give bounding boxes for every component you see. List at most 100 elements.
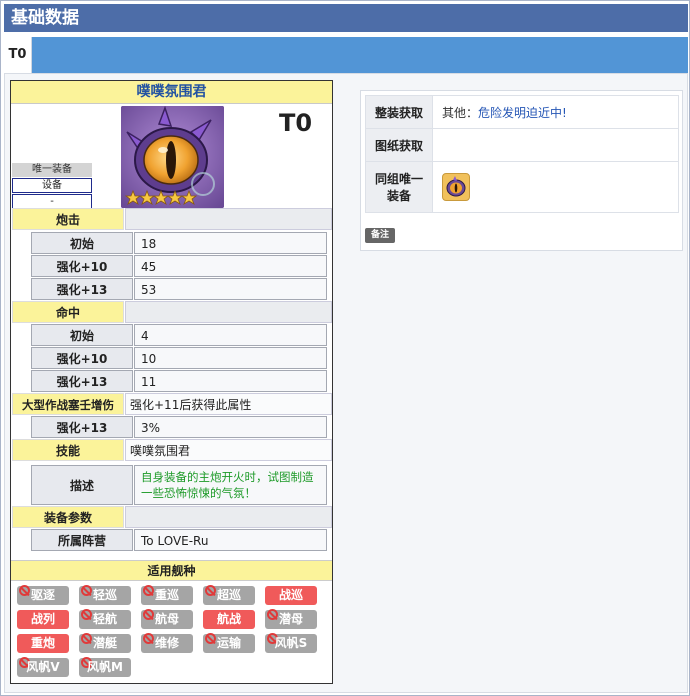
stat-value: 53 <box>134 278 327 300</box>
stat-key: 初始 <box>31 324 133 346</box>
params-label: 装备参数 <box>12 506 124 528</box>
firepower-label: 炮击 <box>12 208 124 230</box>
ship-type-chip[interactable]: 重炮 <box>17 634 69 653</box>
prohibited-icon <box>81 633 92 644</box>
unique-value: 设备 <box>12 178 92 193</box>
section-title: 基础数据 <box>4 4 688 32</box>
prohibited-icon <box>143 633 154 644</box>
equipment-image <box>121 106 224 208</box>
accuracy-filler <box>125 301 332 323</box>
prohibited-icon <box>267 609 278 620</box>
blueprint-value <box>434 129 678 161</box>
ship-type-label: 风帆M <box>87 660 123 674</box>
ship-type-label: 轻巡 <box>92 588 117 602</box>
ship-type-chip[interactable]: 重巡 <box>141 585 193 605</box>
stat-value: 45 <box>134 255 327 277</box>
special-section: 大型作战塞壬增伤 强化+11后获得此属性 <box>12 393 332 415</box>
stat-row: 初始 18 <box>31 232 327 254</box>
ship-type-chip[interactable]: 战巡 <box>265 586 317 605</box>
equipment-card: 噗噗氛围君 T0 唯一装备 设备 - 炮击 初始 18 强化+10 45 强化+… <box>10 80 333 684</box>
stat-row: 初始 4 <box>31 324 327 346</box>
ship-type-label: 运输 <box>216 636 241 650</box>
prohibited-icon <box>81 609 92 620</box>
ship-type-chip[interactable]: 轻巡 <box>79 585 131 605</box>
params-filler <box>125 506 332 528</box>
ship-type-chip[interactable]: 风帆M <box>79 657 131 677</box>
equipment-tier: T0 <box>279 109 313 137</box>
note-button[interactable]: 备注 <box>365 228 395 243</box>
ship-type-chip[interactable]: 航战 <box>203 610 255 629</box>
blueprint-label: 图纸获取 <box>366 129 433 161</box>
acquisition-panel: 整装获取 其他： 危险发明迫近中! 图纸获取 同组唯一装备 备注 <box>360 90 683 251</box>
ship-type-chip[interactable]: 超巡 <box>203 585 255 605</box>
prohibited-icon <box>81 585 92 596</box>
ship-type-label: 航战 <box>216 612 241 626</box>
prohibited-icon <box>205 633 216 644</box>
blueprint-row: 图纸获取 <box>365 128 679 162</box>
group-label: 同组唯一装备 <box>366 162 433 212</box>
obtain-row: 整装获取 其他： 危险发明迫近中! <box>365 95 679 129</box>
unique-label: 唯一装备 <box>12 163 92 177</box>
ship-type-chip[interactable]: 战列 <box>17 610 69 629</box>
ship-type-label: 超巡 <box>216 588 241 602</box>
special-value: 强化+11后获得此属性 <box>125 393 332 415</box>
stat-row: 强化+13 11 <box>31 370 327 392</box>
group-equipment-icon[interactable] <box>442 173 470 201</box>
ship-type-chip[interactable]: 维修 <box>141 633 193 653</box>
page-frame: 基础数据 T0 噗噗氛围君 T0 唯一装备 设备 - 炮击 初始 18 强化+1… <box>0 0 690 696</box>
ship-type-label: 潜母 <box>278 612 303 626</box>
prohibited-icon <box>143 585 154 596</box>
skill-label: 技能 <box>12 439 124 461</box>
tab-bar: T0 <box>4 37 688 73</box>
obtain-link[interactable]: 危险发明迫近中! <box>478 104 567 121</box>
ship-type-chip[interactable]: 风帆S <box>265 633 317 653</box>
tab-t0[interactable]: T0 <box>4 37 32 73</box>
ship-type-chip[interactable]: 驱逐 <box>17 585 69 605</box>
stat-key: 强化+10 <box>31 347 133 369</box>
prohibited-icon <box>19 585 30 596</box>
firepower-filler <box>125 208 332 230</box>
obtain-label: 整装获取 <box>366 96 433 128</box>
ship-type-label: 风帆S <box>274 636 308 650</box>
stat-key: 初始 <box>31 232 133 254</box>
stat-row: 强化+13 53 <box>31 278 327 300</box>
ship-type-label: 维修 <box>154 636 179 650</box>
firepower-section: 炮击 <box>12 208 332 230</box>
group-row: 同组唯一装备 <box>365 161 679 213</box>
unique-value-2: - <box>12 194 92 209</box>
ship-type-label: 轻航 <box>92 612 117 626</box>
ship-type-label: 战巡 <box>278 588 303 602</box>
ship-type-chip[interactable]: 运输 <box>203 633 255 653</box>
stat-key: 强化+13 <box>31 278 133 300</box>
ship-type-chip[interactable]: 风帆V <box>17 657 69 677</box>
obtain-value: 其他： 危险发明迫近中! <box>434 96 678 128</box>
ship-type-chip[interactable]: 轻航 <box>79 609 131 629</box>
equipment-name: 噗噗氛围君 <box>11 81 332 104</box>
stat-value: 10 <box>134 347 327 369</box>
ship-type-label: 战列 <box>30 612 55 626</box>
skill-section: 技能 噗噗氛围君 <box>12 439 332 461</box>
stat-row: 所属阵营 To LOVE-Ru <box>31 529 327 551</box>
stat-key: 强化+13 <box>31 370 133 392</box>
stat-key: 所属阵营 <box>31 529 133 551</box>
ship-type-chip[interactable]: 潜艇 <box>79 633 131 653</box>
ship-type-chip[interactable]: 航母 <box>141 609 193 629</box>
skill-value: 噗噗氛围君 <box>125 439 332 461</box>
ship-type-label: 重炮 <box>30 636 55 650</box>
tab-panel: 噗噗氛围君 T0 唯一装备 设备 - 炮击 初始 18 强化+10 45 强化+… <box>4 73 688 693</box>
ship-type-label: 风帆V <box>26 660 60 674</box>
ship-type-chip[interactable]: 潜母 <box>265 609 317 629</box>
skill-desc: 自身装备的主炮开火时，试图制造一些恐怖惊悚的气氛！ <box>134 465 327 505</box>
stat-value: 18 <box>134 232 327 254</box>
stat-key: 强化+13 <box>31 416 133 438</box>
stat-value: To LOVE-Ru <box>134 529 327 551</box>
stat-value: 4 <box>134 324 327 346</box>
skill-desc-row: 描述 自身装备的主炮开火时，试图制造一些恐怖惊悚的气氛！ <box>31 465 327 505</box>
stat-row: 强化+13 3% <box>31 416 327 438</box>
special-label: 大型作战塞壬增伤 <box>12 393 124 415</box>
accuracy-label: 命中 <box>12 301 124 323</box>
accuracy-section: 命中 <box>12 301 332 323</box>
stat-value: 11 <box>134 370 327 392</box>
stat-row: 强化+10 45 <box>31 255 327 277</box>
group-value <box>434 162 678 212</box>
